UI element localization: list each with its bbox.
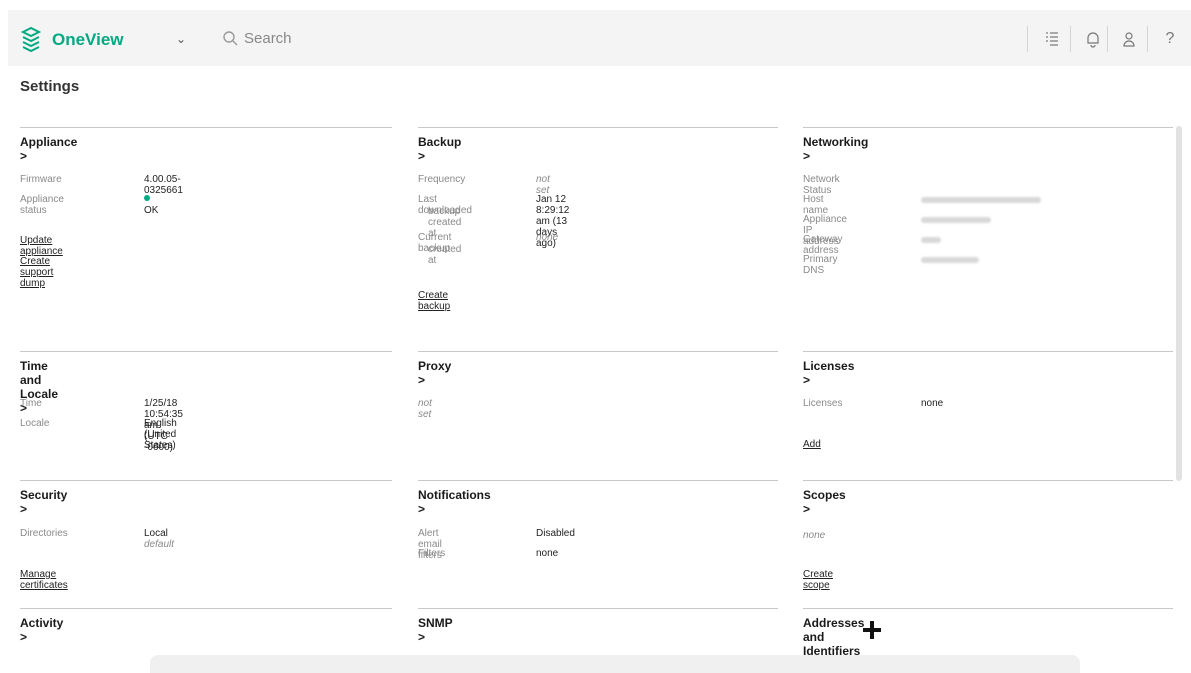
divider (803, 608, 1173, 609)
search-input[interactable] (205, 10, 1025, 66)
divider (20, 608, 392, 609)
primary-dns-label: Primary DNS (803, 254, 838, 276)
manage-certificates-link[interactable]: Manage certificates (20, 569, 68, 591)
separator (1027, 26, 1028, 52)
redacted-value (921, 257, 979, 263)
chevron-down-icon[interactable]: ⌄ (176, 32, 186, 46)
search-icon (223, 31, 238, 46)
filters-label: Filters (418, 548, 446, 559)
notifications-title[interactable]: Notifications > (418, 488, 491, 516)
create-support-dump-link[interactable]: Create support dump (20, 256, 53, 289)
snmp-title[interactable]: SNMP > (418, 616, 452, 644)
divider (803, 127, 1173, 128)
directories-value-local: Local (144, 528, 168, 539)
appliance-status-label: Appliance status (20, 194, 64, 216)
help-icon[interactable]: ? (1160, 29, 1180, 49)
divider (418, 608, 778, 609)
host-name-label: Host name (803, 194, 829, 216)
divider (20, 127, 392, 128)
directories-value: Local default (144, 528, 174, 550)
bottom-panel-edge (150, 655, 1080, 673)
search-placeholder[interactable]: Search (244, 30, 292, 47)
backup-title[interactable]: Backup > (418, 135, 461, 163)
scopes-title[interactable]: Scopes > (803, 488, 846, 516)
status-value: OK (144, 205, 159, 216)
user-icon[interactable] (1119, 29, 1139, 49)
page-title: Settings (20, 78, 80, 95)
status-ok-icon (144, 195, 150, 201)
current-backup-value: none (536, 232, 559, 243)
time-label: Time (20, 398, 42, 409)
create-scope-link[interactable]: Create scope (803, 569, 833, 591)
create-backup-link[interactable]: Create backup (418, 290, 450, 312)
licenses-title[interactable]: Licenses > (803, 359, 854, 387)
firmware-label: Firmware (20, 174, 62, 185)
redacted-value (921, 217, 991, 223)
directories-value-default: default (144, 539, 175, 550)
directories-label: Directories (20, 528, 68, 539)
divider (418, 127, 778, 128)
scrollbar[interactable] (1176, 126, 1182, 481)
locale-value: English (United States) (144, 418, 177, 451)
appliance-title[interactable]: Appliance > (20, 135, 77, 163)
frequency-label: Frequency (418, 174, 466, 185)
locale-label: Locale (20, 418, 50, 429)
separator (1147, 26, 1148, 52)
bell-icon[interactable] (1083, 29, 1103, 49)
divider (803, 480, 1173, 481)
redacted-value (921, 237, 941, 243)
separator (1107, 26, 1108, 52)
divider (20, 480, 392, 481)
scopes-value: none (803, 530, 826, 541)
network-status-label: Network Status (803, 174, 840, 196)
gateway-label: Gateway address (803, 234, 843, 256)
filters-value: none (536, 548, 559, 559)
security-title[interactable]: Security > (20, 488, 67, 516)
networking-title[interactable]: Networking > (803, 135, 868, 163)
current-backup-label-cont: created at (428, 244, 462, 266)
divider (20, 351, 392, 352)
frequency-value: not set (536, 174, 550, 196)
divider (803, 351, 1173, 352)
alert-email-filters-value: Disabled (536, 528, 575, 539)
update-appliance-link[interactable]: Update appliance (20, 235, 63, 257)
divider (418, 480, 778, 481)
activity-title[interactable]: Activity > (20, 616, 63, 644)
licenses-label: Licenses (803, 398, 843, 409)
add-license-link[interactable]: Add (803, 439, 821, 450)
licenses-value: none (921, 398, 944, 409)
separator (1070, 26, 1071, 52)
redacted-value (921, 197, 1041, 203)
appliance-status: OK (144, 194, 158, 216)
crosshair-cursor-icon (863, 621, 881, 639)
activity-list-icon[interactable] (1042, 29, 1062, 49)
proxy-title[interactable]: Proxy > (418, 359, 451, 387)
app-name[interactable]: OneView (52, 30, 124, 50)
firmware-value: 4.00.05-0325661 (144, 174, 183, 196)
oneview-logo-icon[interactable] (20, 24, 42, 54)
proxy-value: not set (418, 398, 432, 420)
divider (418, 351, 778, 352)
